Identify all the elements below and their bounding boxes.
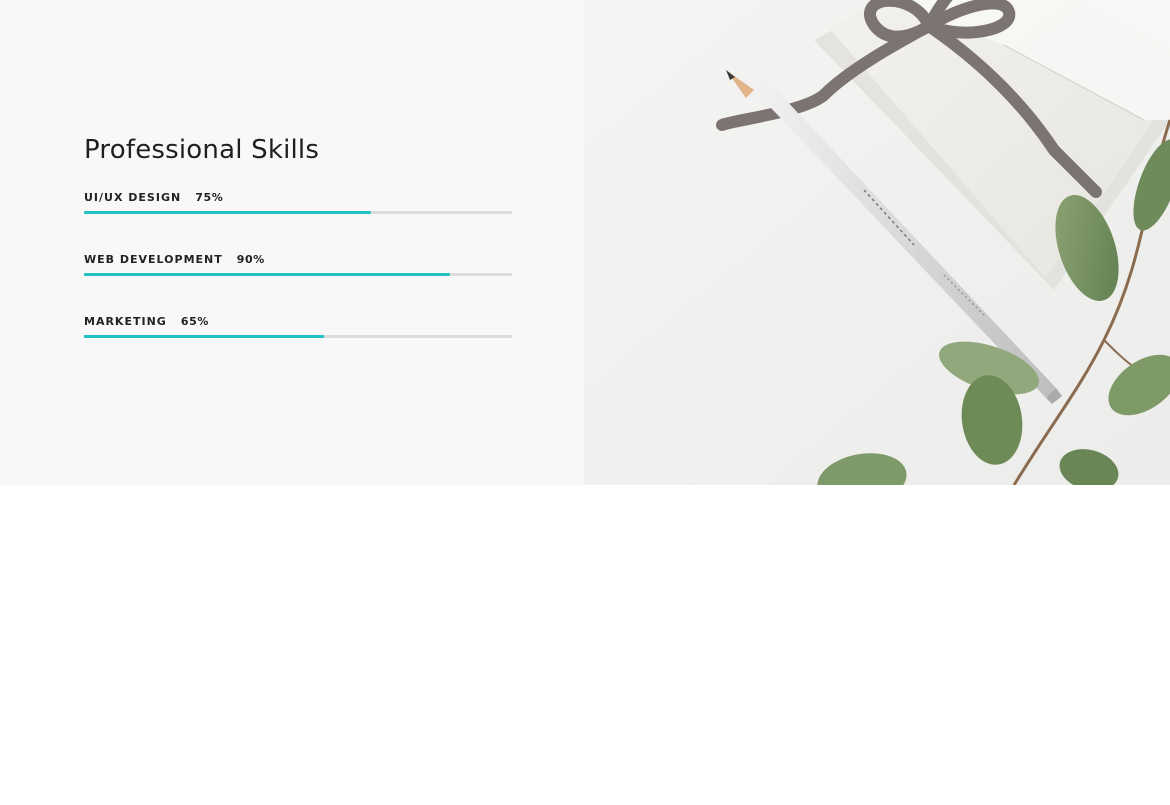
skill-ui-ux-design: UI/UX DESIGN 75% [84,190,512,252]
skill-percent: 90% [236,252,265,266]
skill-header: WEB DEVELOPMENT 90% [84,252,512,266]
skills-title: Professional Skills [84,135,320,165]
desk-photo-icon [584,0,1170,485]
desk-photo [584,0,1170,485]
skill-progress-track [84,273,512,276]
skill-progress-track [84,211,512,214]
skill-label: UI/UX DESIGN [84,190,182,204]
skill-progress-fill [84,273,450,276]
skills-section: Professional Skills UI/UX DESIGN 75% WEB… [0,0,1170,485]
skill-progress-track [84,335,512,338]
skill-web-development: WEB DEVELOPMENT 90% [84,252,512,314]
skills-panel: Professional Skills UI/UX DESIGN 75% WEB… [84,134,512,376]
skill-label: MARKETING [84,314,167,328]
skill-progress-fill [84,211,371,214]
skill-percent: 65% [180,314,209,328]
skill-header: MARKETING 65% [84,314,512,328]
skill-label: WEB DEVELOPMENT [84,252,223,266]
skill-percent: 75% [195,190,224,204]
skill-header: UI/UX DESIGN 75% [84,190,512,204]
skill-progress-fill [84,335,324,338]
skill-marketing: MARKETING 65% [84,314,512,376]
